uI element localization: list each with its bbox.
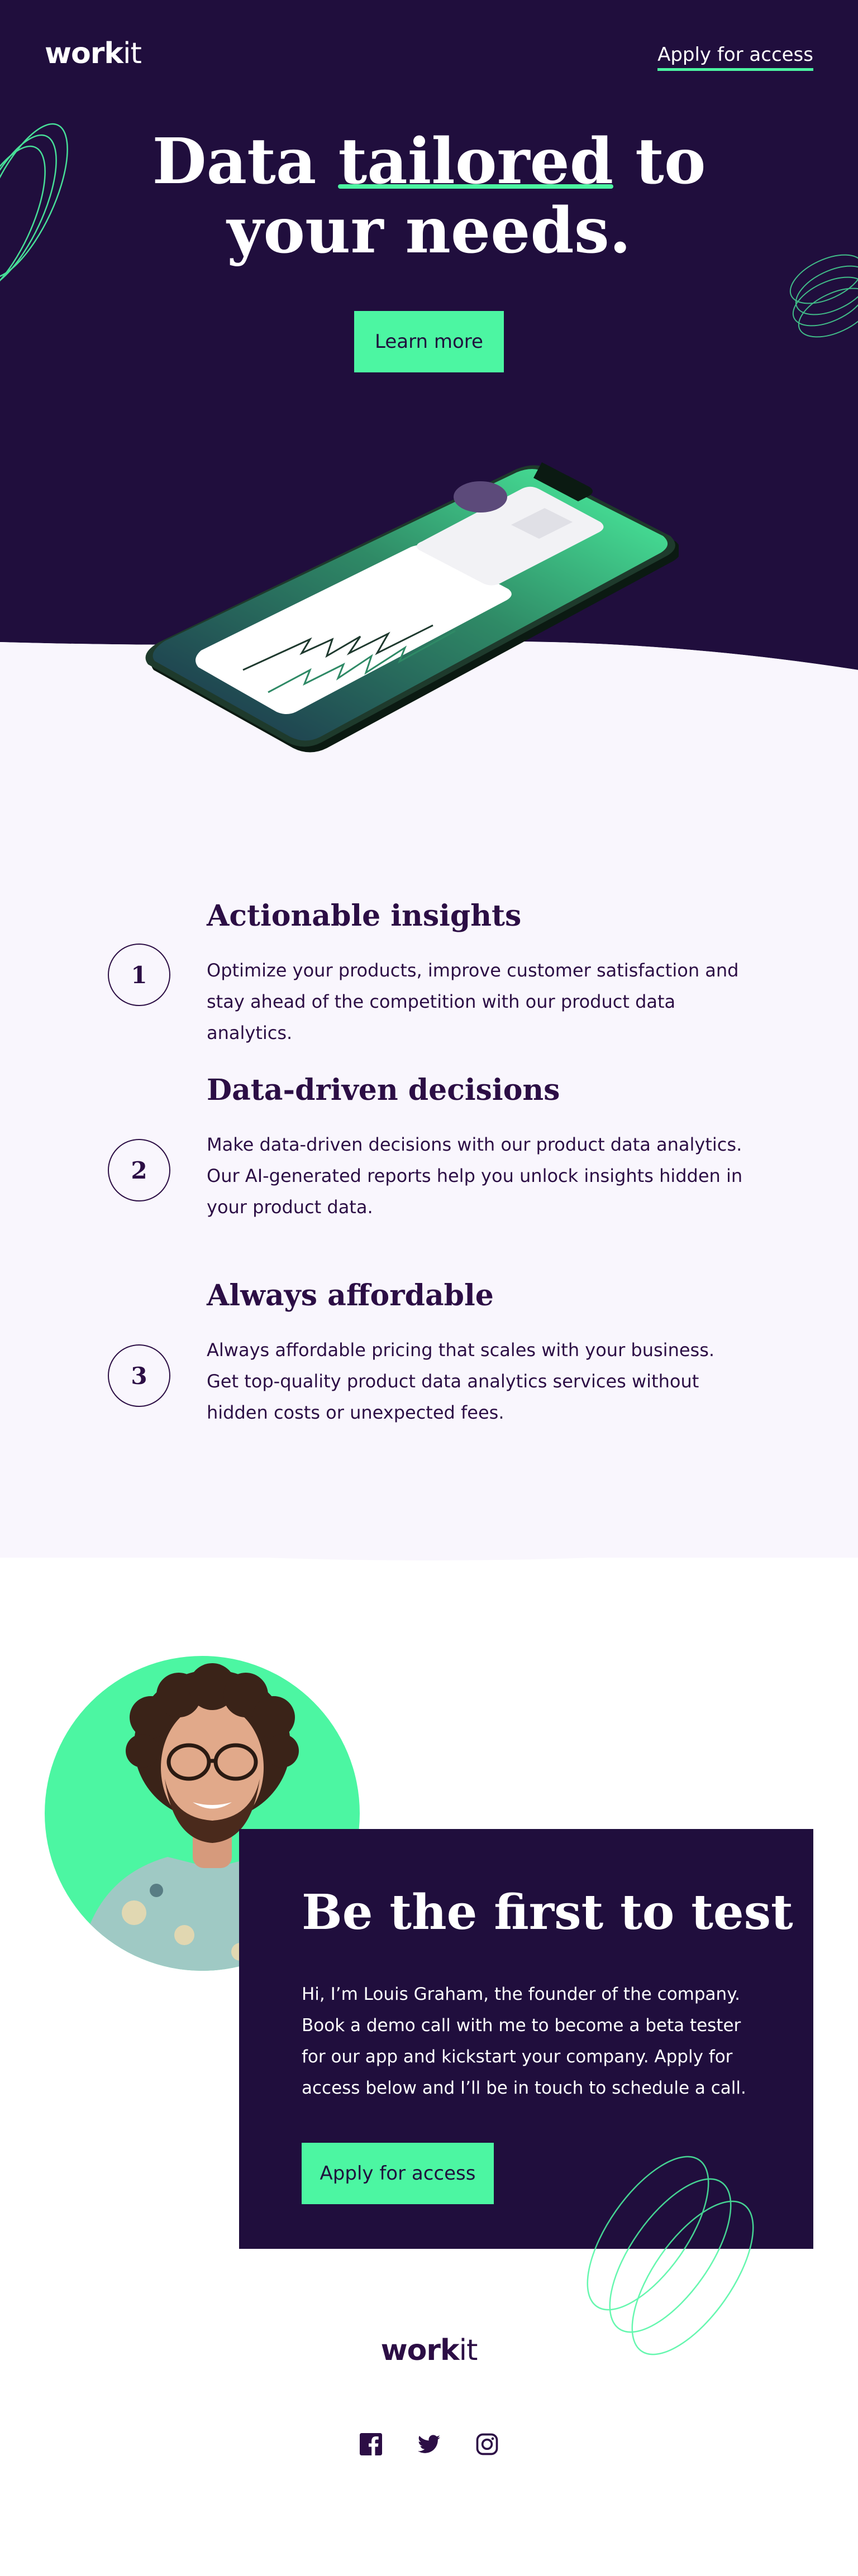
features-bottom-curve: [0, 1507, 858, 1560]
hero-title: Data tailored to your needs.: [0, 127, 858, 266]
feature-number-badge: 3: [108, 1344, 170, 1407]
apply-for-access-button[interactable]: Apply for access: [302, 2143, 494, 2204]
apply-for-access-link[interactable]: Apply for access: [657, 44, 813, 71]
logo-bold-text: work: [380, 2334, 460, 2367]
header-logo[interactable]: workit: [45, 37, 142, 70]
hero-title-part: to: [613, 125, 706, 198]
cta-title: Be the first to test: [302, 1884, 793, 1941]
feature-text: Make data-driven decisions with our prod…: [207, 1134, 743, 1218]
feature-text: Always affordable pricing that scales wi…: [207, 1339, 715, 1423]
logo-light-text: it: [123, 37, 142, 70]
feature-title: Actionable insights: [207, 899, 522, 933]
phone-illustration: [145, 462, 679, 753]
learn-more-button[interactable]: Learn more: [354, 311, 504, 372]
logo-bold-text: work: [45, 37, 123, 70]
hero-title-line2: your needs.: [227, 194, 631, 267]
feature-title: Data-driven decisions: [207, 1073, 560, 1107]
feature-number-badge: 2: [108, 1139, 170, 1201]
hero-title-part: Data: [152, 125, 339, 198]
twitter-icon[interactable]: [416, 2431, 442, 2458]
social-links: [358, 2431, 500, 2458]
feature-title: Always affordable: [207, 1279, 494, 1313]
footer-logo[interactable]: workit: [0, 2336, 858, 2365]
feature-text: Optimize your products, improve customer…: [207, 960, 739, 1043]
logo-light-text: it: [459, 2334, 478, 2367]
features-section: Actionable insights Optimize your produc…: [0, 642, 858, 1558]
facebook-icon[interactable]: [358, 2431, 384, 2458]
hero-title-highlight: tailored: [338, 125, 614, 198]
feature-number-badge: 1: [108, 944, 170, 1006]
instagram-icon[interactable]: [474, 2431, 500, 2458]
cta-text: Hi, I’m Louis Graham, the founder of the…: [302, 1984, 746, 2098]
